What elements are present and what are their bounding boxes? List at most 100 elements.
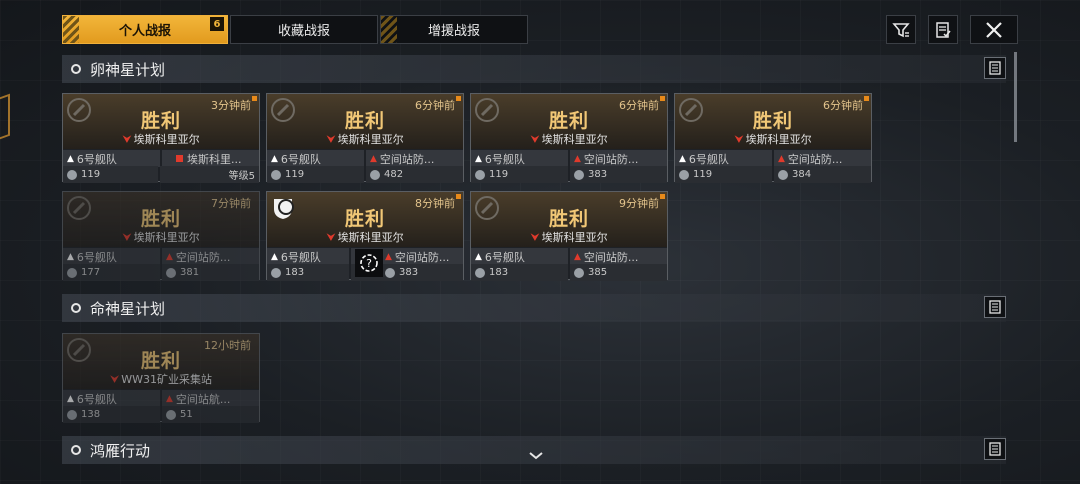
battle-result: 胜利 [140, 110, 181, 132]
fleet-up-icon: ▲ [475, 251, 482, 262]
fleet-name: 6号舰队 [76, 152, 117, 166]
battle-target: ⮟ WW31矿业采集站 [63, 371, 259, 387]
fleet-up-icon: ▲ [67, 251, 74, 262]
card-header: 12小时前 胜利 ⮟ WW31矿业采集站 [63, 334, 259, 389]
card-units-row: ▲ 6号舰队 ▲ 空间站防... [267, 150, 463, 167]
power-left-cell: 119 [267, 166, 364, 183]
battle-target: ⮟ 埃斯科里亚尔 [675, 131, 871, 147]
tab-personal-reports[interactable]: 个人战报 6 [62, 15, 228, 44]
power-icon [574, 169, 584, 180]
enemy-name: 空间站防... [787, 152, 843, 166]
scrollbar[interactable] [1014, 52, 1017, 142]
batch-select-button[interactable] [928, 15, 958, 44]
unknown-unit-badge: ? [355, 249, 383, 277]
enemy-name: 空间站航... [175, 392, 231, 406]
battle-report-card[interactable]: 8分钟前 胜利 ⮟ 埃斯科里亚尔 ▲ 6号舰队 ▲ 空间站防... 183 383 ? [266, 191, 464, 281]
power-left-cell: 119 [471, 166, 568, 183]
card-power-row: 138 51 [63, 406, 259, 423]
new-marker [252, 96, 257, 101]
battle-report-card[interactable]: 7分钟前 胜利 ⮟ 埃斯科里亚尔 ▲ 6号舰队 ▲ 空间站防... 177 381 [62, 191, 260, 281]
section-report-button[interactable] [984, 296, 1006, 318]
enemy-up-icon: ▲ [574, 251, 581, 262]
enemy-cell: ▲ 空间站航... [162, 390, 259, 407]
battle-report-card[interactable]: 6分钟前 胜利 ⮟ 埃斯科里亚尔 ▲ 6号舰队 ▲ 空间站防... 119 383 [470, 93, 668, 183]
battle-report-card[interactable]: 9分钟前 胜利 ⮟ 埃斯科里亚尔 ▲ 6号舰队 ▲ 空间站防... 183 385 [470, 191, 668, 281]
power-icon [166, 409, 176, 420]
target-name: WW31矿业采集站 [121, 373, 213, 386]
target-name: 埃斯科里亚尔 [337, 133, 404, 146]
fleet-up-icon: ▲ [67, 393, 74, 404]
fleet-cell: ▲ 6号舰队 [267, 248, 349, 265]
power-icon [67, 409, 77, 420]
card-units-row: ▲ 6号舰队 ▲ 空间站航... [63, 390, 259, 407]
power-right: 381 [180, 267, 200, 278]
fleet-name: 6号舰队 [76, 250, 117, 264]
svg-text:?: ? [366, 257, 372, 270]
fleet-cell: ▲ 6号舰队 [63, 248, 160, 265]
section-report-button[interactable] [984, 57, 1006, 79]
card-header: 6分钟前 胜利 ⮟ 埃斯科里亚尔 [471, 94, 667, 149]
tab-reinforcement-reports[interactable]: 增援战报 [380, 15, 528, 44]
battle-report-card[interactable]: 3分钟前 胜利 ⮟ 埃斯科里亚尔 ▲ 6号舰队 埃斯科里... 119 等级5 [62, 93, 260, 183]
power-icon [67, 169, 77, 180]
target-down-icon: ⮟ [326, 231, 336, 244]
close-button[interactable] [970, 15, 1018, 44]
power-left: 183 [285, 267, 305, 278]
section-report-button[interactable] [984, 438, 1006, 460]
battle-result: 胜利 [752, 110, 793, 132]
card-units-row: ▲ 6号舰队 ▲ 空间站防... [63, 248, 259, 265]
target-down-icon: ⮟ [326, 133, 336, 146]
battle-result: 胜利 [140, 350, 181, 372]
power-icon [385, 267, 395, 278]
power-right: 385 [588, 267, 608, 278]
battle-target: ⮟ 埃斯科里亚尔 [267, 229, 463, 245]
new-marker [660, 96, 665, 101]
report-tabs: 个人战报 6 收藏战报 增援战报 [62, 15, 530, 44]
battle-result: 胜利 [140, 208, 181, 230]
enemy-up-icon: ▲ [370, 153, 377, 164]
enemy-name: 空间站防... [583, 152, 639, 166]
document-icon [989, 442, 1001, 456]
battle-target: ⮟ 埃斯科里亚尔 [267, 131, 463, 147]
report-list[interactable]: 卵神星计划 3分钟前 胜利 ⮟ 埃斯科里亚尔 ▲ 6号舰队 埃斯科里... 119 … [62, 52, 1010, 484]
tab-favorite-reports[interactable]: 收藏战报 [230, 15, 378, 44]
power-right: 384 [792, 169, 812, 180]
battle-result: 胜利 [344, 208, 385, 230]
section-header[interactable]: 卵神星计划 [62, 55, 1006, 83]
target-name: 埃斯科里亚尔 [133, 231, 200, 244]
battle-target: ⮟ 埃斯科里亚尔 [471, 229, 667, 245]
power-right: 482 [384, 169, 404, 180]
power-right: 51 [180, 409, 193, 420]
enemy-up-icon: ▲ [385, 251, 392, 262]
battle-target: ⮟ 埃斯科里亚尔 [471, 131, 667, 147]
enemy-name: 空间站防... [175, 250, 231, 264]
target-name: 埃斯科里亚尔 [745, 133, 812, 146]
target-down-icon: ⮟ [530, 231, 540, 244]
power-left: 119 [285, 169, 305, 180]
fleet-name: 6号舰队 [688, 152, 729, 166]
tab-label: 收藏战报 [277, 24, 330, 39]
card-header: 9分钟前 胜利 ⮟ 埃斯科里亚尔 [471, 192, 667, 247]
battle-report-card[interactable]: 6分钟前 胜利 ⮟ 埃斯科里亚尔 ▲ 6号舰队 ▲ 空间站防... 119 384 [674, 93, 872, 183]
card-header: 6分钟前 胜利 ⮟ 埃斯科里亚尔 [675, 94, 871, 149]
card-power-row: 119 383 [471, 166, 667, 183]
fleet-cell: ▲ 6号舰队 [471, 150, 568, 167]
close-icon [986, 21, 1002, 38]
power-left: 119 [693, 169, 713, 180]
power-right-cell: 385 [570, 264, 667, 281]
filter-icon [892, 22, 910, 37]
power-icon [271, 169, 281, 180]
tab-label: 增援战报 [427, 24, 480, 39]
card-header: 8分钟前 胜利 ⮟ 埃斯科里亚尔 [267, 192, 463, 247]
fleet-name: 6号舰队 [484, 152, 525, 166]
power-icon [679, 169, 689, 180]
filter-button[interactable] [886, 15, 916, 44]
power-left-cell: 138 [63, 406, 160, 423]
chevron-down-icon[interactable] [528, 451, 544, 461]
battle-report-card[interactable]: 6分钟前 胜利 ⮟ 埃斯科里亚尔 ▲ 6号舰队 ▲ 空间站防... 119 482 [266, 93, 464, 183]
enemy-cell: ▲ 空间站防... [774, 150, 871, 167]
fleet-up-icon: ▲ [475, 153, 482, 164]
battle-report-card[interactable]: 12小时前 胜利 ⮟ WW31矿业采集站 ▲ 6号舰队 ▲ 空间站航... 138 5… [62, 333, 260, 423]
section-header[interactable]: 命神星计划 [62, 294, 1006, 322]
enemy-up-icon: ▲ [166, 251, 173, 262]
